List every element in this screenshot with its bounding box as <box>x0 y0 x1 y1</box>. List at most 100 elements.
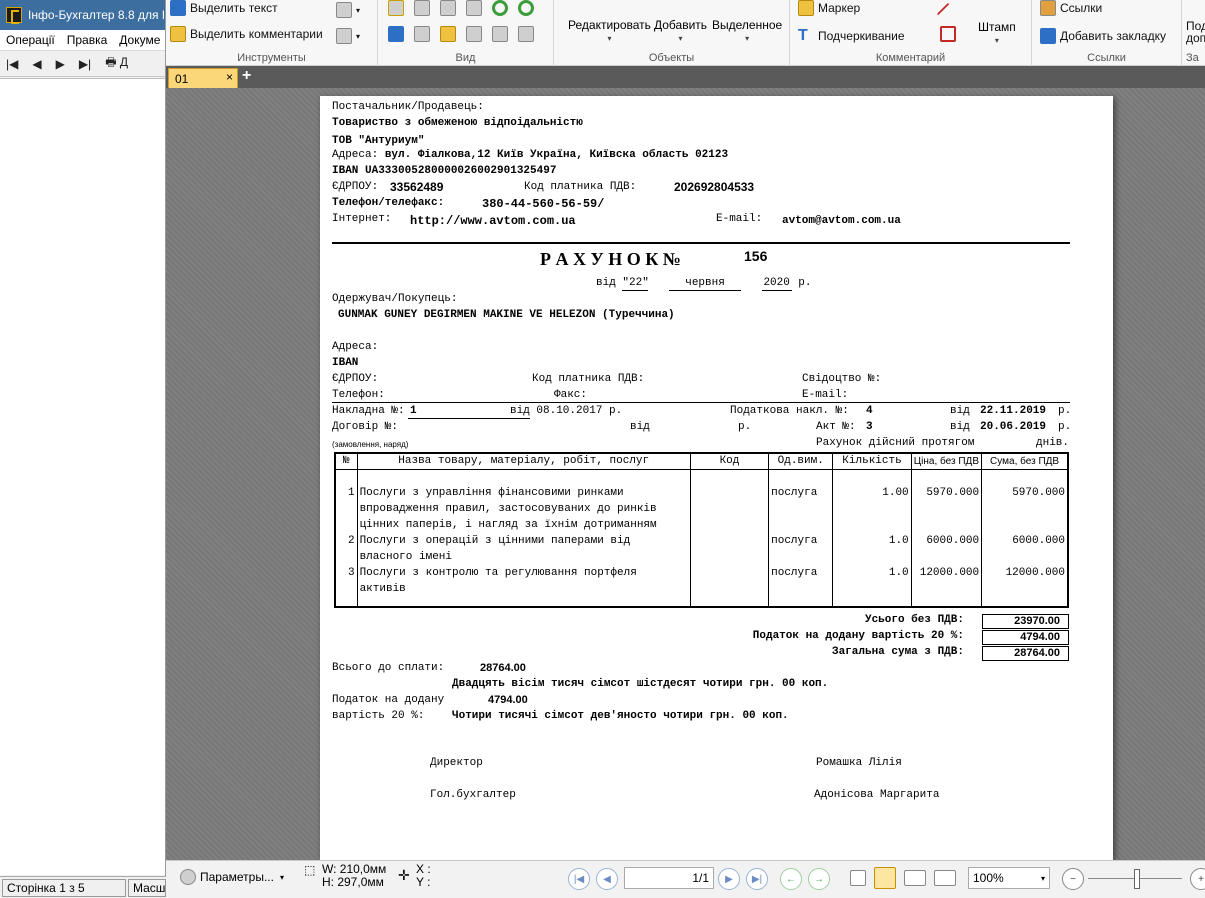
vat-words: Чотири тисячі сімсот дев'яносто чотири г… <box>452 710 789 722</box>
next-page-icon[interactable]: ▶ <box>718 868 740 890</box>
menu-edit[interactable]: Правка <box>61 33 114 47</box>
items-table: № Назва товару, матеріалу, робіт, послуг… <box>334 452 1069 608</box>
select-text-button[interactable]: Выделить текст <box>170 0 278 16</box>
parameters-button[interactable]: Параметры... ▾ <box>180 869 284 885</box>
page-size-icon: ⬚ <box>304 863 316 877</box>
act-number: 3 <box>866 421 873 433</box>
col-sum: Сума, без ПДВ <box>981 452 1069 470</box>
gear-icon <box>180 869 196 885</box>
document-tab[interactable]: 01 × <box>168 68 238 88</box>
zoom-in-icon[interactable]: + <box>1190 868 1205 890</box>
underline-button[interactable]: T Подчеркивание <box>798 28 905 44</box>
links-label: Ссылки <box>1060 1 1103 15</box>
rectangle-tool[interactable] <box>940 26 960 42</box>
internet-value: http://www.avtom.com.ua <box>410 214 576 228</box>
menu-documents[interactable]: Докуме <box>113 33 166 47</box>
app-logo-icon <box>6 7 22 24</box>
tool-dropdown-1[interactable]: ▾ <box>336 2 360 18</box>
first-page-icon[interactable]: |◀ <box>568 868 590 890</box>
page-layout-buttons <box>850 867 960 889</box>
accounting-app-titlebar[interactable]: Інфо-Бухгалтер 8.8 для I <box>0 0 165 30</box>
next-record-icon[interactable]: ▶ <box>56 57 65 71</box>
parameters-label: Параметры... <box>200 870 274 884</box>
extra-line2: доп <box>1186 31 1205 45</box>
continuous-page-icon[interactable] <box>874 867 896 889</box>
add-object-button[interactable]: Добавить ▾ <box>654 18 707 43</box>
tool-dropdown-2[interactable]: ▾ <box>336 28 360 44</box>
last-record-icon[interactable]: ▶| <box>79 57 91 71</box>
comments-panel-icon[interactable] <box>440 26 456 42</box>
buyer-address-label: Адреса: <box>332 341 379 353</box>
accounting-app-window: Інфо-Бухгалтер 8.8 для I Операції Правка… <box>0 0 166 898</box>
zoom-out-icon[interactable]: − <box>1062 868 1084 890</box>
marker-button[interactable]: Маркер <box>798 0 860 16</box>
edit-button[interactable]: Редактировать ▾ <box>568 18 651 43</box>
page-number-input[interactable]: 1/1 <box>624 867 714 889</box>
supplier-label: Постачальник/Продавець: <box>332 101 484 113</box>
bookmark-icon[interactable] <box>388 26 404 42</box>
actual-size-icon[interactable] <box>388 0 404 16</box>
forward-icon[interactable]: → <box>808 868 830 890</box>
selected-button[interactable]: Выделенное ▾ <box>712 18 782 43</box>
facing-pages-icon[interactable] <box>904 870 926 886</box>
table-header-row: № Назва товару, матеріалу, робіт, послуг… <box>334 452 1069 470</box>
rotate-right-icon[interactable] <box>518 0 534 16</box>
prev-record-icon[interactable]: ◀ <box>32 57 41 71</box>
layers-icon[interactable] <box>518 26 534 42</box>
row-qty: 1.0 <box>832 533 912 565</box>
first-record-icon[interactable]: |◀ <box>6 57 18 71</box>
links-group-label: Ссылки <box>1087 52 1126 64</box>
links-group: Ссылки Добавить закладку Ссылки <box>1032 0 1182 66</box>
waybill-number: 1 <box>410 405 417 417</box>
close-tab-icon[interactable]: × <box>226 70 233 84</box>
last-page-icon[interactable]: ▶| <box>746 868 768 890</box>
invoice-date: від "22" червня 2020 р. <box>596 277 811 291</box>
extra-group: Под доп За <box>1182 0 1205 66</box>
document-canvas[interactable]: Постачальник/Продавець: Товариство з обм… <box>166 88 1205 860</box>
links-button[interactable]: Ссылки <box>1040 0 1102 16</box>
add-tab-icon[interactable]: + <box>242 68 258 86</box>
row-code <box>689 485 770 533</box>
comments-group: Маркер T Подчеркивание Штамп ▾ Комментар… <box>790 0 1032 66</box>
prev-page-icon[interactable]: ◀ <box>596 868 618 890</box>
accountant-name: Адонісова Маргарита <box>814 789 940 801</box>
print-button[interactable]: 🖶 Д <box>105 53 128 74</box>
content-icon[interactable] <box>492 26 508 42</box>
vat-line-label-2: вартість 20 %: <box>332 710 425 722</box>
row-price: 6000.000 <box>910 533 983 565</box>
menu-operations[interactable]: Операції <box>0 33 61 47</box>
zoom-slider-handle[interactable] <box>1134 869 1140 889</box>
objects-group-label: Объекты <box>648 52 695 64</box>
add-bookmark-button[interactable]: Добавить закладку <box>1040 28 1166 44</box>
page-size: W: 210,0мм H: 297,0мм <box>322 863 386 889</box>
row-price: 5970.000 <box>910 485 983 533</box>
edit-caret-icon: ▾ <box>607 34 612 43</box>
rotate-left-icon[interactable] <box>492 0 508 16</box>
pages-icon[interactable] <box>414 26 430 42</box>
line-tool[interactable] <box>936 0 960 26</box>
vat-total-label: Податок на додану вартість 20 %: <box>752 630 964 642</box>
date-from-label: від <box>596 277 616 289</box>
row-qty: 1.0 <box>832 565 912 597</box>
fit-visible-icon[interactable] <box>466 0 482 16</box>
attachment-icon[interactable] <box>466 26 482 42</box>
fit-page-icon[interactable] <box>414 0 430 16</box>
select-comments-button[interactable]: Выделить комментарии <box>170 26 323 42</box>
page-number: 1/1 <box>692 871 709 885</box>
stamp-button[interactable]: Штамп ▾ <box>978 20 1016 45</box>
fit-width-icon[interactable] <box>440 0 456 16</box>
back-icon[interactable]: ← <box>780 868 802 890</box>
extra-button[interactable]: Под доп <box>1186 20 1205 44</box>
row-name-line: цінних паперів, і нагляд за їхнім дотрим… <box>359 519 657 531</box>
link-chain-icon <box>1040 0 1056 16</box>
continuous-facing-icon[interactable] <box>934 870 956 886</box>
zoom-select[interactable]: 100% ▾ <box>968 867 1050 889</box>
row-code <box>689 565 770 597</box>
row-price: 12000.000 <box>910 565 983 597</box>
select-text-label: Выделить текст <box>190 1 278 15</box>
row-name-line: впровадження правил, застосовуваних до р… <box>359 503 657 515</box>
valid-days: днів. <box>1036 437 1070 449</box>
row-unit: послуга <box>768 565 834 597</box>
single-page-icon[interactable] <box>850 870 866 886</box>
accountant-label: Гол.бухгалтер <box>430 789 516 801</box>
